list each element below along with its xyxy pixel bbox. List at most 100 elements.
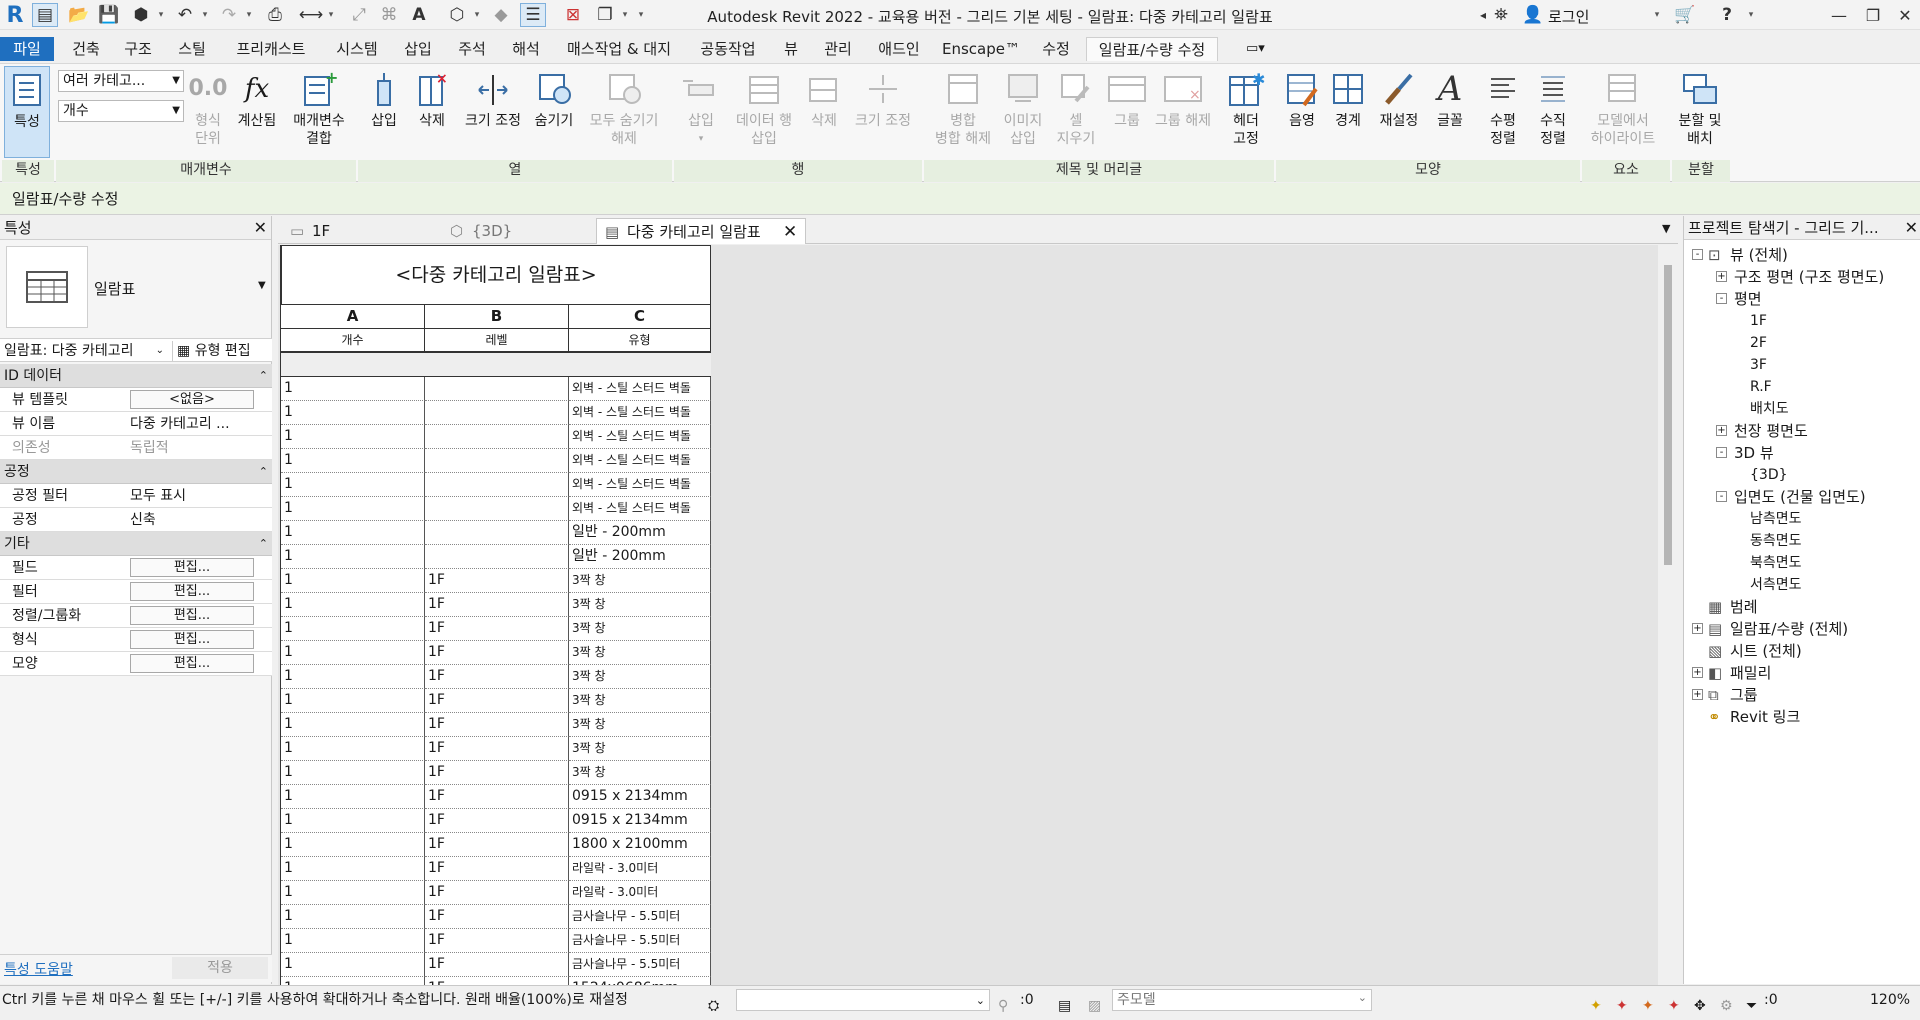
browser-node[interactable]: 천장 평면도 [1734, 421, 1808, 441]
redo-icon[interactable]: ↷ [216, 3, 242, 27]
table-cell[interactable]: 1 [281, 689, 425, 713]
table-cell[interactable]: 1 [281, 785, 425, 809]
table-cell[interactable] [425, 425, 569, 449]
table-row[interactable]: 1 1F 3짝 창 [281, 737, 711, 761]
table-cell[interactable]: 1F [425, 665, 569, 689]
expand-icon[interactable]: + [1692, 667, 1703, 678]
table-cell[interactable]: 1F [425, 689, 569, 713]
table-cell[interactable]: 1F [425, 809, 569, 833]
tab-precast[interactable]: 프리캐스트 [224, 37, 318, 61]
table-row[interactable]: 1 1F 3짝 창 [281, 665, 711, 689]
revit-logo-icon[interactable]: R [2, 3, 28, 28]
apply-button[interactable]: 적용 [172, 957, 268, 979]
borders-button[interactable]: 경계 [1326, 66, 1370, 158]
resize-column-button[interactable]: 크기 조정 [458, 66, 528, 158]
table-cell[interactable]: 1F [425, 929, 569, 953]
browser-node[interactable]: 배치도 [1750, 399, 1789, 419]
measure-icon[interactable]: ⟷ [298, 3, 324, 27]
appearance-edit-button[interactable]: 편집... [130, 654, 254, 673]
sync-icon[interactable]: ⬢ [128, 3, 154, 27]
user-icon[interactable]: 👤 [1520, 3, 1546, 27]
properties-button[interactable]: 특성 [4, 66, 50, 158]
tab-view[interactable]: 뷰 [774, 37, 808, 61]
table-row[interactable]: 1 외벽 - 스틸 스터드 벽돌 [281, 473, 711, 497]
table-cell[interactable]: 1F [425, 593, 569, 617]
collapse-icon[interactable]: - [1716, 447, 1727, 458]
undo-icon[interactable]: ↶ [172, 3, 198, 27]
table-cell[interactable]: 1 [281, 857, 425, 881]
home-icon[interactable]: ▤ [32, 3, 58, 27]
table-row[interactable]: 1 1F 3짝 창 [281, 641, 711, 665]
browser-node[interactable]: 시트 (전체) [1730, 641, 1802, 661]
tab-annotate[interactable]: 주석 [450, 37, 494, 61]
category-combo[interactable]: 여러 카테고... ▼ [58, 70, 184, 92]
scrollbar-thumb[interactable] [1664, 265, 1672, 565]
table-cell[interactable]: 1F [425, 785, 569, 809]
sorting-edit-button[interactable]: 편집... [130, 606, 254, 625]
section-other[interactable]: 기타 ⌃ [0, 532, 272, 556]
thin-lines-icon[interactable]: ☰ [520, 3, 546, 27]
browser-node[interactable]: {3D} [1750, 465, 1788, 485]
table-cell[interactable]: 3짝 창 [569, 593, 711, 617]
table-row[interactable]: 1 1F 3짝 창 [281, 617, 711, 641]
column-header[interactable]: 유형 [569, 329, 711, 353]
table-cell[interactable]: 금사슬나무 - 5.5미터 [569, 929, 711, 953]
browser-node[interactable]: R.F [1750, 377, 1772, 397]
column-header[interactable]: 레벨 [425, 329, 569, 353]
table-cell[interactable]: 0915 x 2134mm [569, 809, 711, 833]
browser-node[interactable]: 뷰 (전체) [1730, 245, 1788, 265]
table-cell[interactable]: 라일락 - 3.0미터 [569, 857, 711, 881]
table-cell[interactable]: 1 [281, 425, 425, 449]
browser-node[interactable]: 평면 [1734, 289, 1762, 309]
group-button[interactable]: 그룹 [1104, 66, 1150, 158]
table-cell[interactable]: 1524x0686mm [569, 977, 711, 985]
table-row[interactable]: 11F1524x0686mm [281, 977, 711, 985]
table-cell[interactable]: 1 [281, 953, 425, 977]
collapse-icon[interactable]: - [1692, 249, 1703, 260]
table-cell[interactable]: 3짝 창 [569, 665, 711, 689]
table-cell[interactable]: 3짝 창 [569, 737, 711, 761]
table-row[interactable]: 1 외벽 - 스틸 스터드 벽돌 [281, 377, 711, 401]
close-tab-icon[interactable]: ✕ [783, 219, 797, 245]
format-unit-button[interactable]: 0.0 형식 단위 [188, 66, 228, 158]
table-cell[interactable]: 외벽 - 스틸 스터드 벽돌 [569, 473, 711, 497]
browser-node[interactable]: 그룹 [1730, 685, 1758, 705]
section-id-data[interactable]: ID 데이터 ⌃ [0, 364, 272, 388]
table-cell[interactable] [425, 449, 569, 473]
tab-file[interactable]: 파일 [0, 37, 54, 61]
table-row[interactable]: 1 일반 - 200mm [281, 521, 711, 545]
column-header[interactable]: 개수 [281, 329, 425, 353]
unhide-all-button[interactable]: 모두 숨기기 해제 [582, 66, 666, 158]
tag-icon[interactable]: ⌘ [376, 3, 402, 27]
table-cell[interactable]: 1F [425, 881, 569, 905]
table-cell[interactable]: 1F [425, 569, 569, 593]
table-row[interactable]: 1 1F 0915 x 2134mm [281, 785, 711, 809]
align-vertical-button[interactable]: 수직 정렬 [1530, 66, 1576, 158]
table-cell[interactable]: 금사슬나무 - 5.5미터 [569, 953, 711, 977]
delete-column-button[interactable]: × 삭제 [410, 66, 454, 158]
table-row[interactable]: 1 외벽 - 스틸 스터드 벽돌 [281, 425, 711, 449]
table-cell[interactable]: 1F [425, 617, 569, 641]
print-icon[interactable]: ⎙ [262, 3, 288, 27]
table-cell[interactable]: 1 [281, 929, 425, 953]
editing-requests-icon[interactable]: ⚲ [998, 992, 1014, 1014]
select-pinned-icon[interactable]: ✦ [1642, 992, 1658, 1014]
table-cell[interactable]: 1 [281, 665, 425, 689]
table-cell[interactable]: 1F [425, 953, 569, 977]
tab-addins[interactable]: 애드인 [870, 37, 928, 61]
properties-help-link[interactable]: 특성 도움말 [4, 959, 73, 979]
tab-insert[interactable]: 삽입 [396, 37, 440, 61]
table-cell[interactable]: 라일락 - 3.0미터 [569, 881, 711, 905]
view-name-field[interactable]: 다중 카테고리 ... [130, 412, 254, 436]
table-cell[interactable]: 1 [281, 521, 425, 545]
highlight-in-model-button[interactable]: 모델에서 하이라이트 [1578, 66, 1668, 158]
schedule-title[interactable]: <다중 카테고리 일람표> [281, 245, 711, 305]
parameter-combo[interactable]: 개수 ▼ [58, 100, 184, 122]
browser-node[interactable]: 패밀리 [1730, 663, 1771, 683]
sync-dropdown-icon[interactable]: ▾ [156, 3, 166, 27]
phase-field[interactable]: 신축 [130, 508, 254, 532]
table-cell[interactable]: 1 [281, 545, 425, 569]
table-row[interactable]: 1 1F 0915 x 2134mm [281, 809, 711, 833]
table-cell[interactable]: 1F [425, 833, 569, 857]
table-cell[interactable]: 3짝 창 [569, 713, 711, 737]
